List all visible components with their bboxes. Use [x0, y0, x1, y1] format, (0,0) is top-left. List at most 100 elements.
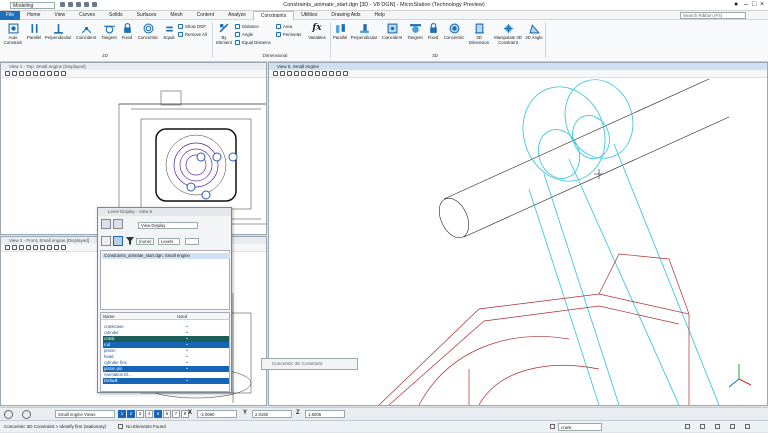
toggle-3d-icon[interactable] — [336, 71, 341, 76]
zoom-out-icon[interactable] — [287, 71, 292, 76]
view-button-6[interactable]: 6 — [163, 410, 171, 418]
lock-status-icon[interactable] — [685, 424, 690, 429]
tab-home[interactable]: Home — [20, 11, 47, 20]
view-button-1[interactable]: 1 — [118, 410, 126, 418]
levels-button[interactable]: Levels — [158, 238, 180, 245]
tab-curves[interactable]: Curves — [72, 11, 102, 20]
3d-dimension-button[interactable]: 3D Dimension — [467, 23, 491, 45]
window-area-icon[interactable] — [26, 71, 31, 76]
tab-analyze[interactable]: Analyze — [221, 11, 253, 20]
selection-icon[interactable] — [118, 424, 123, 429]
tab-help[interactable]: Help — [368, 11, 392, 20]
message-icon[interactable] — [730, 424, 735, 429]
view-button-4[interactable]: 4 — [145, 410, 153, 418]
maximize-icon[interactable]: □ — [752, 1, 756, 9]
tangent-2d-button[interactable]: Tangent — [99, 23, 119, 40]
rotate-view-icon[interactable] — [308, 71, 313, 76]
levels-icon[interactable] — [101, 219, 111, 229]
view-next-icon[interactable] — [329, 71, 334, 76]
tab-solids[interactable]: Solids — [102, 11, 130, 20]
fit-view-icon[interactable] — [301, 71, 306, 76]
tangent-3d-button[interactable]: Tangent — [405, 23, 425, 40]
manipulate-3d-constraint-button[interactable]: Manipulate 3D Constraint — [491, 23, 525, 45]
view-group-select[interactable]: Small engine Views — [55, 410, 115, 418]
active-level-field[interactable]: crank — [558, 423, 602, 431]
window-area-icon[interactable] — [26, 245, 31, 250]
view-groups-icon[interactable] — [4, 410, 13, 419]
parallel-2d-button[interactable]: Parallel — [25, 23, 43, 40]
tab-utilities[interactable]: Utilities — [294, 11, 324, 20]
col-name-header[interactable]: Name — [103, 313, 114, 320]
user-icon[interactable]: ● — [734, 1, 738, 9]
tab-constraints[interactable]: Constraints — [252, 10, 295, 20]
fixed-2d-button[interactable]: Fixed — [119, 23, 135, 40]
concentric-2d-button[interactable]: Concentric — [135, 23, 161, 40]
tab-surfaces[interactable]: Surfaces — [130, 11, 164, 20]
zoom-out-icon[interactable] — [19, 71, 24, 76]
view-button-5[interactable]: 5 — [154, 410, 162, 418]
view-button-2[interactable]: 2 — [127, 410, 135, 418]
distance-button[interactable]: Distance — [235, 24, 259, 29]
by-element-button[interactable]: By Element — [214, 23, 234, 45]
design-file-icon[interactable] — [745, 424, 750, 429]
level-list-icon[interactable] — [113, 219, 123, 229]
zoom-out-icon[interactable] — [19, 245, 24, 250]
view-5-window[interactable]: View 5, Small engine — [268, 62, 768, 406]
level-row[interactable]: Default • — [103, 378, 229, 384]
pan-view-icon[interactable] — [47, 245, 52, 250]
model-tree-item[interactable]: Constraints_animate_start.dgn, Small eng… — [102, 253, 230, 259]
view-attributes-icon[interactable] — [273, 71, 278, 76]
equal-2d-button[interactable]: Equal — [161, 23, 177, 40]
fit-view-icon[interactable] — [33, 71, 38, 76]
zoom-in-icon[interactable] — [12, 71, 17, 76]
fixed-3d-button[interactable]: Fixed — [425, 23, 441, 40]
variables-button[interactable]: fx Variables — [306, 23, 328, 40]
view-toggle-icon[interactable] — [22, 410, 31, 419]
view-previous-icon[interactable] — [322, 71, 327, 76]
tab-file[interactable]: File — [0, 10, 21, 20]
auto-constrain-button[interactable]: Auto Constrain — [2, 23, 24, 45]
tab-content[interactable]: Content — [190, 11, 222, 20]
coincident-3d-button[interactable]: Coincident — [379, 23, 405, 40]
search-ribbon-input[interactable]: Search Ribbon (F4) — [680, 12, 746, 19]
filter-icon[interactable] — [126, 237, 134, 245]
pan-view-icon[interactable] — [47, 71, 52, 76]
window-area-icon[interactable] — [294, 71, 299, 76]
x-coordinate-field[interactable]: -2.0690 — [197, 410, 237, 418]
z-coordinate-field[interactable]: 1.6005 — [305, 410, 345, 418]
zoom-in-icon[interactable] — [12, 245, 17, 250]
view-next-icon[interactable] — [61, 245, 66, 250]
level-display-dialog[interactable]: Level Display - View 5 View Display (non… — [97, 207, 232, 393]
y-coordinate-field[interactable]: 2.0150 — [252, 410, 292, 418]
minimize-icon[interactable]: – — [744, 1, 748, 9]
pan-view-icon[interactable] — [315, 71, 320, 76]
remove-all-button[interactable]: Remove All — [178, 32, 207, 37]
rotate-view-icon[interactable] — [40, 71, 45, 76]
render-mode-icon[interactable] — [343, 71, 348, 76]
tab-mesh[interactable]: Mesh — [163, 11, 189, 20]
fit-view-icon[interactable] — [33, 245, 38, 250]
3d-angle-button[interactable]: 3D Angle — [525, 23, 543, 40]
view-attributes-icon[interactable] — [5, 245, 10, 250]
snap-status-icon[interactable] — [700, 424, 705, 429]
area-button[interactable]: Area — [276, 24, 292, 29]
brush-icon[interactable] — [101, 236, 111, 246]
perpendicular-2d-button[interactable]: Perpendicular — [43, 23, 73, 40]
view-button-3[interactable]: 3 — [136, 410, 144, 418]
display-mode-select[interactable]: View Display — [138, 222, 198, 229]
angle-button[interactable]: Angle — [235, 32, 253, 37]
tab-view[interactable]: View — [47, 11, 72, 20]
filter-select[interactable]: (none) — [136, 238, 154, 245]
perpendicular-3d-button[interactable]: Perpendicular — [349, 23, 379, 40]
coincident-2d-button[interactable]: Coincident — [74, 23, 98, 40]
close-icon[interactable]: × — [760, 1, 764, 9]
level-options-button[interactable] — [185, 238, 199, 245]
tab-drawing-aids[interactable]: Drawing Aids — [324, 11, 367, 20]
parallel-3d-button[interactable]: Parallel — [331, 23, 349, 40]
concentric-3d-button[interactable]: Concentric — [441, 23, 467, 40]
zoom-in-icon[interactable] — [280, 71, 285, 76]
view-button-7[interactable]: 7 — [172, 410, 180, 418]
rotate-view-icon[interactable] — [40, 245, 45, 250]
concentric-3d-constraint-dialog[interactable]: Concentric 3D Constraint — [261, 358, 358, 370]
col-used-header[interactable]: Used — [177, 313, 187, 320]
